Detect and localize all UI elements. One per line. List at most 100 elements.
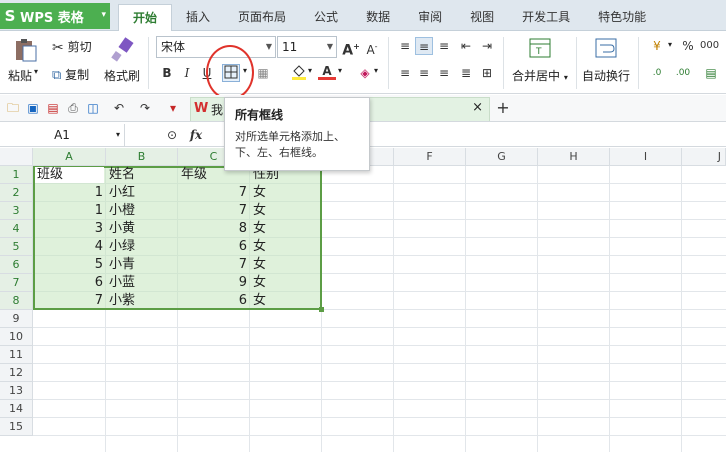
format-painter-button[interactable] <box>104 37 140 63</box>
align-left-icon[interactable]: ≡ <box>396 64 414 82</box>
merge-center-label[interactable]: 合并居中 ▾ <box>512 67 568 84</box>
align-middle-icon[interactable]: ≡ <box>415 37 433 55</box>
cell-grade[interactable]: 9 <box>178 274 249 292</box>
merge-border-icon[interactable]: ▦ <box>254 64 272 82</box>
bold-icon[interactable]: B <box>158 64 176 82</box>
tab-home[interactable]: 开始 <box>118 4 173 31</box>
chevron-down-icon[interactable]: ▾ <box>374 66 378 75</box>
row-header[interactable]: 6 <box>0 256 33 274</box>
increase-font-icon[interactable]: A+ <box>342 38 360 59</box>
cell-name[interactable]: 小蓝 <box>107 274 177 292</box>
align-center-icon[interactable]: ≡ <box>415 64 433 82</box>
format-cells-icon[interactable]: ▤ <box>702 64 720 82</box>
wrap-text-label[interactable]: 自动换行 <box>582 67 630 84</box>
row-header[interactable]: 14 <box>0 400 33 418</box>
tab-formulas[interactable]: 公式 <box>300 4 352 31</box>
decrease-font-icon[interactable]: A- <box>363 38 381 57</box>
cell-class[interactable]: 6 <box>34 274 105 292</box>
cell-name[interactable]: 小绿 <box>107 238 177 256</box>
cut-button[interactable]: ✂ 剪切 <box>52 38 92 56</box>
chevron-down-icon[interactable]: ▾ <box>668 40 672 49</box>
column-header[interactable]: A <box>33 148 106 166</box>
clear-format-icon[interactable]: ◈ <box>356 64 374 82</box>
comma-style-icon[interactable]: 000 <box>700 37 719 55</box>
row-header[interactable]: 2 <box>0 184 33 202</box>
cell-class[interactable]: 7 <box>34 292 105 310</box>
cell-class[interactable]: 4 <box>34 238 105 256</box>
font-color-icon[interactable]: A <box>318 62 336 80</box>
cell-grade[interactable]: 6 <box>178 238 249 256</box>
print-icon[interactable]: ⎙ <box>64 99 82 117</box>
cell-gender[interactable]: 女 <box>251 184 321 202</box>
wps-app-menu-button[interactable]: S WPS 表格 ▾ <box>0 3 110 29</box>
merge-center-button[interactable]: T <box>528 36 552 60</box>
row-header[interactable]: 7 <box>0 274 33 292</box>
chevron-down-icon[interactable]: ▾ <box>308 66 312 75</box>
font-size-select[interactable]: 11 ▼ <box>277 36 337 58</box>
column-header[interactable]: I <box>610 148 682 166</box>
cell-name[interactable]: 小紫 <box>107 292 177 310</box>
cell-grade[interactable]: 7 <box>178 202 249 220</box>
row-header[interactable]: 11 <box>0 346 33 364</box>
row-header[interactable]: 13 <box>0 382 33 400</box>
currency-format-icon[interactable]: ¥ <box>648 37 666 55</box>
percent-button[interactable]: % <box>679 37 697 55</box>
align-right-icon[interactable]: ≡ <box>435 64 453 82</box>
paste-label[interactable]: 粘贴 <box>8 67 32 84</box>
justify-icon[interactable]: ≣ <box>457 64 475 82</box>
tab-special-features[interactable]: 特色功能 <box>584 4 660 31</box>
close-icon[interactable]: × <box>472 100 483 115</box>
column-header[interactable]: F <box>394 148 466 166</box>
cell-gender[interactable]: 女 <box>251 202 321 220</box>
export-pdf-icon[interactable]: ▤ <box>44 99 62 117</box>
cell-name[interactable]: 小红 <box>107 184 177 202</box>
cell-grade[interactable]: 7 <box>178 256 249 274</box>
decrease-decimal-icon[interactable]: .00 <box>674 64 692 82</box>
paste-button[interactable] <box>8 37 44 63</box>
italic-icon[interactable]: I <box>178 64 196 82</box>
column-header[interactable]: B <box>106 148 178 166</box>
cell-grade[interactable]: 8 <box>178 220 249 238</box>
tab-view[interactable]: 视图 <box>456 4 508 31</box>
new-tab-icon[interactable]: + <box>494 99 512 117</box>
column-header[interactable]: G <box>466 148 538 166</box>
cell-grade[interactable]: 7 <box>178 184 249 202</box>
cell-name[interactable]: 小青 <box>107 256 177 274</box>
cell-gender[interactable]: 女 <box>251 256 321 274</box>
indent-decrease-icon[interactable]: ⇤ <box>457 37 475 55</box>
tab-developer[interactable]: 开发工具 <box>508 4 584 31</box>
column-header[interactable]: H <box>538 148 610 166</box>
function-icon[interactable]: fx <box>187 126 205 144</box>
cell-gender[interactable]: 女 <box>251 274 321 292</box>
print-preview-icon[interactable]: ◫ <box>84 99 102 117</box>
distribute-icon[interactable]: ⊞ <box>478 64 496 82</box>
chevron-down-icon[interactable]: ▾ <box>34 67 38 76</box>
row-header[interactable]: 15 <box>0 418 33 436</box>
row-header[interactable]: 10 <box>0 328 33 346</box>
copy-button[interactable]: ⧉ 复制 <box>52 66 89 83</box>
cell-gender[interactable]: 女 <box>251 292 321 310</box>
fill-color-icon[interactable] <box>290 64 308 82</box>
align-top-icon[interactable]: ≡ <box>396 37 414 55</box>
column-header[interactable]: J <box>682 148 726 166</box>
cell-name[interactable]: 小黄 <box>107 220 177 238</box>
name-box[interactable]: A1 ▾ <box>0 124 125 146</box>
undo-icon[interactable]: ↶ <box>110 99 128 117</box>
redo-icon[interactable]: ↷ <box>136 99 154 117</box>
cell-class[interactable]: 1 <box>34 184 105 202</box>
cell-gender[interactable]: 女 <box>251 238 321 256</box>
cell-class[interactable]: 1 <box>34 202 105 220</box>
cell-name[interactable]: 小橙 <box>107 202 177 220</box>
tab-data[interactable]: 数据 <box>352 4 404 31</box>
zoom-icon[interactable]: ⊙ <box>163 126 181 144</box>
select-all-corner[interactable] <box>0 148 33 166</box>
row-header[interactable]: 9 <box>0 310 33 328</box>
tab-page-layout[interactable]: 页面布局 <box>224 4 300 31</box>
save-icon[interactable]: ▣ <box>24 99 42 117</box>
align-bottom-icon[interactable]: ≡ <box>435 37 453 55</box>
row-header[interactable]: 12 <box>0 364 33 382</box>
tab-insert[interactable]: 插入 <box>172 4 224 31</box>
row-header[interactable]: 4 <box>0 220 33 238</box>
indent-increase-icon[interactable]: ⇥ <box>478 37 496 55</box>
row-header[interactable]: 3 <box>0 202 33 220</box>
